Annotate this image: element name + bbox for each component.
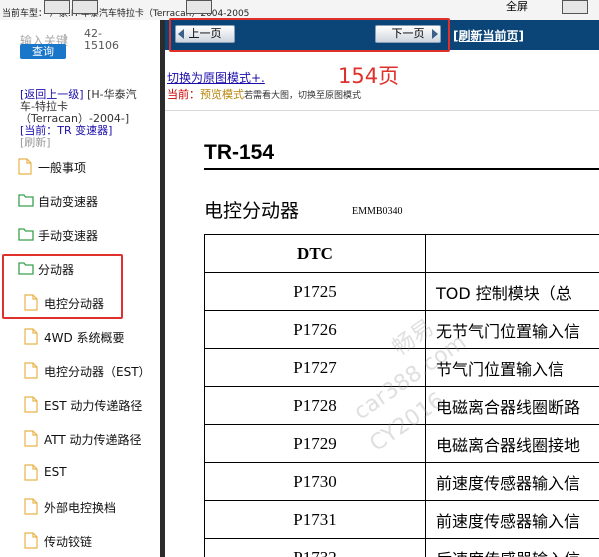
- toolbar-button[interactable]: [562, 0, 588, 14]
- sidebar-item-label: 外部电控换档: [44, 501, 117, 515]
- toolbar-button[interactable]: [44, 0, 70, 14]
- dtc-desc-cell: 前速度传感器输入信: [425, 500, 599, 539]
- dtc-desc-cell: TOD 控制模块（总: [425, 272, 599, 311]
- sidebar-item[interactable]: 手动变速器: [0, 223, 160, 249]
- sidebar-item-label: 电控分动器（EST）: [44, 365, 151, 379]
- doc-page-code: TR-154: [204, 141, 275, 164]
- doc-title: 电控分动器: [204, 200, 300, 222]
- file-icon: [24, 498, 38, 518]
- sidebar-item[interactable]: ATT 动力传递路径: [0, 427, 160, 453]
- dtc-desc-cell: 电磁离合器线圈接地: [425, 424, 599, 463]
- sidebar-item-label: 自动变速器: [38, 195, 99, 209]
- table-header-row: DTC: [204, 234, 599, 273]
- folder-icon: [18, 226, 34, 244]
- sidebar-item-label: EST: [44, 465, 67, 479]
- toolbar-button[interactable]: [186, 0, 212, 14]
- table-row: P1730 前速度传感器输入信: [204, 462, 599, 501]
- sidebar-item-label: ATT 动力传递路径: [44, 433, 142, 447]
- dtc-code-cell: P1725: [204, 272, 426, 311]
- file-icon: [24, 396, 38, 416]
- file-icon: [24, 532, 38, 552]
- sidebar-item[interactable]: 电控分动器（EST）: [0, 359, 160, 385]
- sidebar-item-label: 传动铰链: [44, 535, 93, 549]
- sidebar-item[interactable]: 一般事项: [0, 155, 160, 181]
- sidebar-item[interactable]: EST 动力传递路径: [0, 393, 160, 419]
- highlight-box: [169, 18, 450, 52]
- sidebar-item-label: 4WD 系统概要: [44, 331, 125, 345]
- dtc-header: DTC: [204, 234, 426, 273]
- folder-icon: [18, 192, 34, 210]
- sidebar-item[interactable]: 外部电控换档: [0, 495, 160, 521]
- dtc-desc-cell: 前速度传感器输入信: [425, 462, 599, 501]
- file-icon: [24, 464, 38, 484]
- refresh-page-link[interactable]: [刷新当前页]: [453, 27, 524, 44]
- doc-code: EMMB0340: [352, 206, 403, 217]
- dtc-code-cell: P1732: [204, 538, 426, 557]
- file-icon: [24, 328, 38, 348]
- fullscreen-label[interactable]: 全屏: [506, 0, 528, 14]
- dtc-desc-cell: 后速度传感器输入信: [425, 538, 599, 557]
- search-value[interactable]: 42-15106: [84, 28, 120, 52]
- doc-rule: [204, 168, 599, 170]
- sidebar-item[interactable]: 自动变速器: [0, 189, 160, 215]
- file-icon: [24, 362, 38, 382]
- breadcrumb: [返回上一级] [H-华泰汽车-特拉卡（Terracan）-2004-] [当前…: [20, 89, 150, 149]
- main-pane: 上一页 下一页 [刷新当前页] 154页 切换为原图模式+. 当前：预览模式若需…: [165, 20, 599, 557]
- refresh-link[interactable]: [刷新]: [20, 136, 51, 149]
- highlight-box: [2, 254, 123, 319]
- sidebar-item-label: 一般事项: [38, 161, 87, 175]
- file-icon: [18, 158, 32, 178]
- sidebar-item[interactable]: EST: [0, 461, 160, 487]
- mode-status: 当前：预览模式若需看大图，切换至原图模式: [167, 88, 362, 101]
- sidebar-item[interactable]: 4WD 系统概要: [0, 325, 160, 351]
- dtc-code-cell: P1730: [204, 462, 426, 501]
- file-icon: [24, 430, 38, 450]
- table-row: P1732后速度传感器输入信: [204, 538, 599, 557]
- sidebar-item-label: 手动变速器: [38, 229, 99, 243]
- table-row: P1725 TOD 控制模块（总: [204, 272, 599, 311]
- separator: [165, 110, 599, 111]
- table-row: P1731 前速度传感器输入信: [204, 500, 599, 539]
- switch-mode-link[interactable]: 切换为原图模式+.: [167, 69, 265, 86]
- sidebar-item[interactable]: 传动铰链: [0, 529, 160, 555]
- query-button[interactable]: 查询: [20, 44, 66, 59]
- dtc-desc-cell: 电磁离合器线圈断路: [425, 386, 599, 425]
- toolbar-button[interactable]: [72, 0, 98, 14]
- dtc-code-cell: P1731: [204, 500, 426, 539]
- sidebar-item-label: EST 动力传递路径: [44, 399, 143, 413]
- desc-header: [425, 234, 599, 273]
